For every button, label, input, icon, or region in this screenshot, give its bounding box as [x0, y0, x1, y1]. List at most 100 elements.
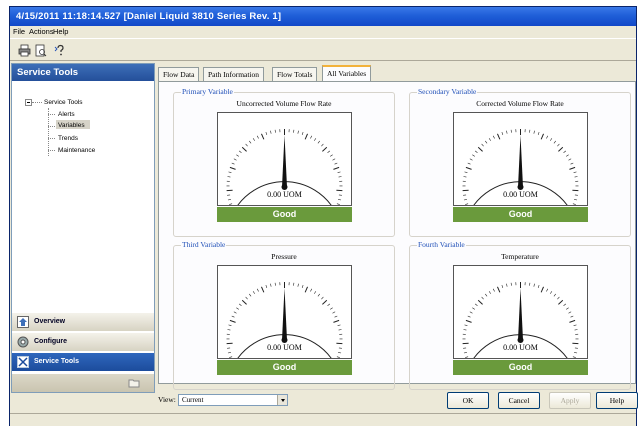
- gauge-tick: [569, 319, 576, 323]
- overview-icon: [17, 316, 29, 328]
- gauge-tick: [474, 303, 478, 306]
- gauge-tick: [330, 307, 333, 310]
- help-dialog-button[interactable]: Help: [596, 392, 638, 409]
- tab-flow-totals[interactable]: Flow Totals: [272, 67, 318, 81]
- tree-node-alerts[interactable]: Alerts: [58, 111, 75, 118]
- gauge-tick: [568, 311, 572, 314]
- dialog-button-bar: View: Current OK Cancel Apply Help: [158, 389, 638, 411]
- gauge-tick: [229, 356, 233, 358]
- nav-configure-button[interactable]: Configure: [12, 332, 154, 351]
- chevron-down-icon[interactable]: [277, 395, 287, 405]
- gauge-tick: [570, 162, 574, 165]
- group-label: Secondary Variable: [417, 87, 478, 96]
- status-indicator: Good: [453, 207, 588, 222]
- variable-name: Corrected Volume Flow Rate: [476, 99, 564, 108]
- gauge-tick: [488, 291, 491, 294]
- gauge-tick: [249, 293, 252, 297]
- gauge-tick: [485, 140, 488, 144]
- tree-node-variables[interactable]: Variables: [58, 122, 85, 129]
- gauge-tick: [553, 140, 556, 144]
- gauge-tick: [574, 352, 578, 354]
- gauge-tick: [533, 130, 535, 134]
- gauge-tick: [465, 319, 472, 323]
- gauge-tick: [330, 154, 333, 157]
- print-preview-button[interactable]: [32, 42, 47, 57]
- gauge-tick: [238, 150, 242, 153]
- gauge-tick: [321, 143, 324, 147]
- variable-name: Pressure: [271, 252, 297, 261]
- tree-node-service-tools[interactable]: Service Tools: [44, 99, 83, 106]
- gauge-tick: [332, 158, 336, 161]
- nav-service-tools-button[interactable]: Service Tools: [12, 352, 154, 371]
- gauge-tick: [238, 303, 242, 306]
- gauge-tick: [256, 135, 259, 139]
- gauge-tick: [463, 329, 467, 331]
- menu-help[interactable]: Help: [53, 27, 68, 36]
- gauge-tick: [465, 166, 472, 170]
- gauge-tick: [314, 138, 317, 141]
- view-dropdown[interactable]: Current: [178, 394, 288, 406]
- menu-file[interactable]: File: [13, 27, 25, 36]
- third-variable-group: Third Variable Pressure 0.00 UOM Good: [173, 240, 395, 390]
- gauge-tick: [338, 176, 342, 178]
- gauge-tick: [333, 166, 340, 170]
- tree-collapse-icon[interactable]: [25, 99, 32, 106]
- ok-button[interactable]: OK: [447, 392, 489, 409]
- gauge-tick: [553, 293, 556, 297]
- gauge-tick: [477, 146, 483, 152]
- gauge-tick: [492, 135, 495, 139]
- gauge-tick: [228, 324, 232, 326]
- gauge-tick: [467, 162, 471, 165]
- gauge-tick: [249, 140, 252, 144]
- gauge-tick: [256, 288, 259, 292]
- navigation-tree: Service Tools Alerts Variables Trends Ma…: [12, 86, 154, 286]
- gauge-tick: [338, 329, 342, 331]
- cancel-button[interactable]: Cancel: [498, 392, 540, 409]
- help-button[interactable]: [52, 42, 67, 57]
- menu-actions[interactable]: Actions: [29, 27, 54, 36]
- gauge-tick: [464, 171, 468, 173]
- tab-path-information[interactable]: Path Information: [203, 67, 265, 81]
- view-label: View:: [158, 395, 176, 404]
- gauge-tick: [241, 299, 247, 305]
- tab-flow-data[interactable]: Flow Data: [158, 67, 200, 81]
- gauge-tick: [477, 299, 483, 305]
- gauge-tick: [550, 138, 553, 141]
- group-label: Fourth Variable: [417, 240, 466, 249]
- menu-bar: File Actions Help: [10, 26, 636, 38]
- gauge-value: 0.00 UOM: [503, 190, 538, 199]
- gauge-tick: [314, 291, 317, 294]
- folder-icon[interactable]: [128, 377, 140, 389]
- gauge-tick: [474, 150, 478, 153]
- gauge-tick: [501, 131, 504, 136]
- gauge-tick: [245, 143, 248, 147]
- gauge-tick: [227, 329, 231, 331]
- tree-node-trends[interactable]: Trends: [58, 135, 78, 142]
- gauge-tick: [236, 154, 239, 157]
- gauge-tick: [327, 150, 331, 153]
- gauge-tick: [333, 319, 340, 323]
- gauge-tick: [467, 315, 471, 318]
- tab-all-variables[interactable]: All Variables: [322, 65, 372, 81]
- gauge-tick: [566, 307, 569, 310]
- tree-connector: [48, 150, 55, 151]
- print-button[interactable]: [16, 42, 31, 57]
- gauge-tick: [481, 296, 484, 300]
- nav-overview-label: Overview: [34, 318, 66, 325]
- gauge-tick: [465, 356, 469, 358]
- tree-node-maintenance[interactable]: Maintenance: [58, 147, 95, 154]
- gauge-tick: [463, 199, 467, 201]
- gauge-tick: [574, 329, 578, 331]
- nav-overview-button[interactable]: Overview: [12, 312, 154, 331]
- gauge-tick: [297, 130, 299, 134]
- gauge-tick: [233, 311, 237, 314]
- gauge-tick: [572, 203, 576, 205]
- gauge-tick: [338, 352, 342, 354]
- gauge-tick: [334, 162, 338, 165]
- title-bar[interactable]: 4/15/2011 11:18:14.527 [Daniel Liquid 38…: [10, 7, 636, 26]
- gauge-tick: [301, 131, 304, 136]
- gauge-tick: [297, 283, 299, 287]
- gauge-tick: [241, 146, 247, 152]
- gauge-tick: [537, 131, 540, 136]
- gauge-tick: [227, 352, 231, 354]
